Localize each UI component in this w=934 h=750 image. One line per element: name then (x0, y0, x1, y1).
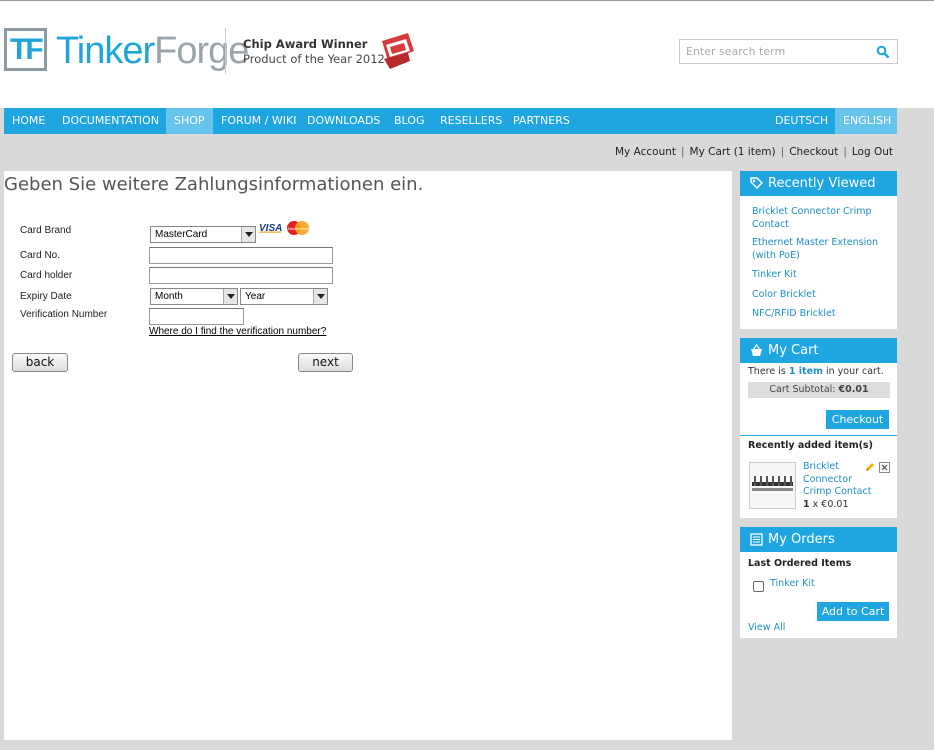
next-button[interactable]: next (298, 353, 353, 372)
verification-input[interactable] (149, 308, 244, 325)
nav-lang-english[interactable]: ENGLISH (835, 108, 897, 134)
recently-viewed-item[interactable]: Color Bricklet (752, 289, 892, 302)
mastercard-logo-text: MasterCard (288, 226, 310, 231)
logo-word-2: Forge (154, 30, 249, 72)
recently-viewed-item[interactable]: NFC/RFID Bricklet (752, 308, 892, 321)
my-cart-panel: My Cart There is 1 item in your cart. Ca… (740, 338, 897, 518)
last-ordered-label: Last Ordered Items (748, 558, 852, 569)
view-all-link[interactable]: View All (748, 622, 785, 633)
link-separator: | (843, 146, 847, 158)
cart-product-price: x €0.01 (812, 499, 849, 510)
search-icon[interactable] (876, 45, 890, 59)
my-orders-panel: My Orders Last Ordered Items Tinker Kit … (740, 527, 897, 638)
my-cart-link[interactable]: My Cart (1 item) (690, 146, 776, 158)
verification-label: Verification Number (20, 309, 108, 320)
nav-documentation[interactable]: DOCUMENTATION (54, 108, 167, 134)
recently-viewed-item[interactable]: Ethernet Master Extension (with PoE) (752, 237, 892, 262)
award-title: Chip Award Winner (243, 37, 368, 51)
nav-partners[interactable]: PARTNERS (505, 108, 578, 134)
cart-subtotal-value: €0.01 (838, 384, 869, 395)
mastercard-logo: MasterCard (287, 221, 310, 235)
cart-product-qty-number: 1 (803, 499, 810, 510)
verification-help-link[interactable]: Where do I find the verification number? (149, 326, 326, 337)
card-no-label: Card No. (20, 250, 61, 261)
recently-viewed-item[interactable]: Tinker Kit (752, 269, 892, 282)
cart-there-is: There is (748, 366, 786, 377)
my-cart-header: My Cart (740, 338, 897, 363)
cart-in-cart: in your cart. (825, 366, 884, 377)
remove-icon[interactable] (879, 462, 890, 473)
expiry-month-value: Month (155, 291, 183, 302)
back-button[interactable]: back (12, 353, 68, 372)
my-orders-header: My Orders (740, 527, 897, 552)
card-no-input[interactable] (149, 247, 333, 264)
nav-shop[interactable]: SHOP (166, 108, 213, 134)
main-content: Geben Sie weitere Zahlungsinformationen … (4, 171, 732, 740)
chip-award-icon (382, 33, 414, 69)
page-title: Geben Sie weitere Zahlungsinformationen … (4, 174, 424, 195)
cart-product-qty: 1 x €0.01 (803, 499, 849, 510)
checkout-link[interactable]: Checkout (789, 146, 838, 158)
nav-lang-deutsch[interactable]: DEUTSCH (767, 108, 836, 134)
link-separator: | (681, 146, 685, 158)
card-brand-value: MasterCard (155, 229, 208, 240)
add-to-cart-button[interactable]: Add to Cart (817, 602, 889, 621)
card-holder-input[interactable] (149, 267, 333, 284)
card-brand-select[interactable]: MasterCard (150, 226, 256, 243)
card-brand-label: Card Brand (20, 225, 72, 236)
main-nav: HOME DOCUMENTATION SHOP FORUM / WIKI DOW… (4, 108, 897, 134)
logo-word-1: Tinker (56, 30, 155, 72)
crimp-contact-image (752, 476, 793, 491)
my-account-link[interactable]: My Account (615, 146, 676, 158)
link-separator: | (780, 146, 785, 158)
my-orders-title: My Orders (768, 532, 835, 547)
search-input[interactable] (680, 40, 865, 63)
search-box (679, 39, 898, 64)
account-links: My Account | My Cart (1 item) | Checkout | Log… (615, 146, 893, 158)
cart-item-count[interactable]: 1 item (789, 366, 823, 377)
nav-blog[interactable]: BLOG (386, 108, 432, 134)
site-header: TF TinkerForge Chip Award Winner Product… (0, 1, 934, 108)
recently-viewed-header: Recently Viewed (740, 171, 897, 196)
chevron-down-icon (241, 227, 255, 242)
expiry-year-value: Year (245, 291, 266, 302)
expiry-date-label: Expiry Date (20, 291, 72, 302)
header-divider (225, 28, 226, 74)
cart-product-link[interactable]: Bricklet Connector Crimp Contact (803, 461, 873, 499)
logo-mark-text: TF (10, 33, 44, 66)
visa-logo: VISA (259, 223, 282, 233)
checkout-button[interactable]: Checkout (826, 410, 889, 429)
recently-added-label: Recently added item(s) (748, 440, 873, 451)
log-out-link[interactable]: Log Out (852, 146, 893, 158)
expiry-year-select[interactable]: Year (240, 288, 328, 305)
basket-icon (751, 344, 762, 356)
nav-resellers[interactable]: RESELLERS (432, 108, 510, 134)
cart-subtotal: Cart Subtotal: €0.01 (748, 382, 890, 398)
card-holder-label: Card holder (20, 270, 73, 281)
pencil-icon[interactable] (865, 462, 875, 472)
nav-downloads[interactable]: DOWNLOADS (299, 108, 388, 134)
product-thumbnail[interactable] (749, 462, 796, 509)
nav-forum-wiki[interactable]: FORUM / WIKI (213, 108, 304, 134)
recently-viewed-item[interactable]: Bricklet Connector Crimp Contact (752, 206, 892, 231)
tag-icon (750, 177, 763, 190)
cart-summary: There is 1 item in your cart. (748, 366, 884, 377)
chevron-down-icon (313, 289, 327, 304)
my-cart-title: My Cart (768, 343, 819, 358)
order-item-checkbox[interactable] (753, 581, 764, 592)
recently-viewed-title: Recently Viewed (768, 176, 876, 191)
nav-home[interactable]: HOME (4, 108, 53, 134)
order-item-link[interactable]: Tinker Kit (770, 578, 815, 589)
cart-subtotal-label: Cart Subtotal: (769, 384, 836, 395)
recently-viewed-panel: Recently Viewed Bricklet Connector Crimp… (740, 171, 897, 329)
list-icon (750, 533, 763, 546)
logo-wordmark[interactable]: TinkerForge (56, 28, 249, 74)
expiry-month-select[interactable]: Month (150, 288, 238, 305)
chevron-down-icon (223, 289, 237, 304)
cart-divider (740, 435, 897, 436)
award-subtitle: Product of the Year 2012 (243, 52, 385, 66)
logo-mark[interactable]: TF (4, 28, 47, 71)
